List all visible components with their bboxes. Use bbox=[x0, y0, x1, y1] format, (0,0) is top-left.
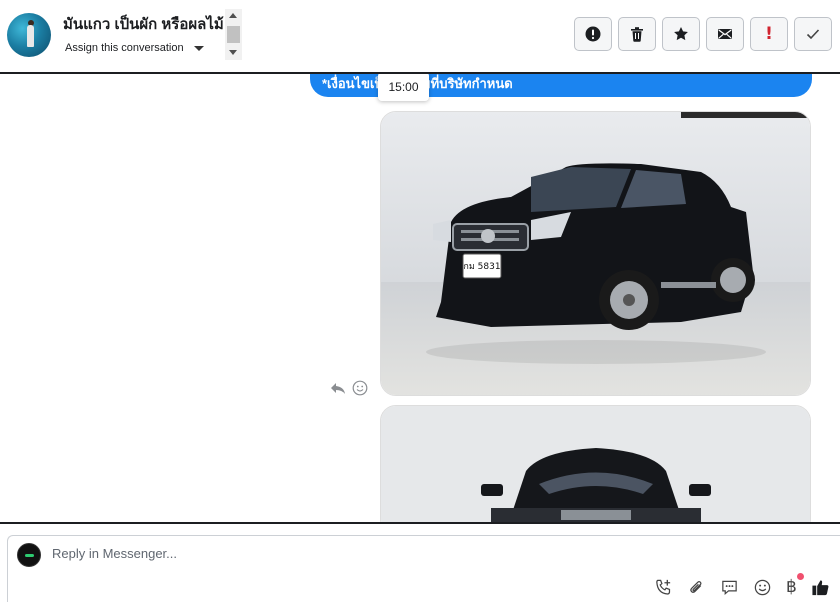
trash-icon bbox=[631, 27, 643, 42]
attachment-image-truck-front[interactable] bbox=[380, 405, 811, 522]
message-hover-actions bbox=[330, 380, 368, 396]
reply-icon[interactable] bbox=[330, 380, 346, 396]
message-time-tooltip: 15:00 bbox=[378, 74, 429, 101]
scroll-up-arrow-icon[interactable] bbox=[229, 13, 237, 18]
envelope-icon bbox=[718, 29, 732, 39]
contact-name: มันแกว เป็นผัก หรือผลไม้ bbox=[63, 16, 224, 33]
delete-button[interactable] bbox=[618, 17, 656, 51]
composer-divider bbox=[0, 522, 840, 524]
checkmark-icon bbox=[806, 29, 820, 40]
svg-text:กม 5831: กม 5831 bbox=[463, 262, 500, 272]
paperclip-icon[interactable] bbox=[687, 578, 706, 597]
mark-spam-button[interactable] bbox=[574, 17, 612, 51]
exclamation-icon: ! bbox=[765, 24, 773, 44]
truck-photo: กม 5831 bbox=[381, 112, 810, 395]
mark-unread-button[interactable] bbox=[706, 17, 744, 51]
message-thread[interactable]: *เงื่อนไขเป็นไปตามที่บริษัทกำหนด 15:00 ก… bbox=[0, 74, 840, 522]
reply-composer: ฿ bbox=[7, 535, 840, 602]
avatar-logo-mark bbox=[25, 554, 34, 557]
baht-icon[interactable]: ฿ bbox=[786, 578, 797, 597]
assign-label: Assign this conversation bbox=[65, 42, 184, 54]
assign-conversation-dropdown[interactable]: Assign this conversation bbox=[65, 42, 204, 54]
reply-input[interactable] bbox=[52, 546, 612, 561]
caret-down-icon bbox=[193, 45, 204, 51]
notification-dot bbox=[797, 573, 804, 580]
conversation-actions: ! bbox=[574, 17, 832, 51]
follow-up-button[interactable]: ! bbox=[750, 17, 788, 51]
contact-avatar[interactable] bbox=[7, 13, 51, 57]
attachment-image-truck[interactable]: กม 5831 bbox=[380, 111, 811, 396]
page-avatar bbox=[17, 543, 41, 567]
scroll-down-arrow-icon[interactable] bbox=[229, 50, 237, 55]
alert-circle-icon bbox=[585, 26, 601, 42]
add-call-icon[interactable] bbox=[654, 578, 673, 597]
composer-tools: ฿ bbox=[654, 578, 830, 597]
truck-front-photo bbox=[381, 406, 810, 522]
thumbs-up-icon[interactable] bbox=[811, 578, 830, 597]
star-icon bbox=[674, 27, 688, 41]
emoji-reaction-icon[interactable] bbox=[352, 380, 368, 396]
name-scrollbar[interactable] bbox=[225, 9, 242, 60]
conversation-header: มันแกว เป็นผัก หรือผลไม้ Assign this con… bbox=[0, 0, 840, 74]
mark-done-button[interactable] bbox=[794, 17, 832, 51]
scroll-thumb[interactable] bbox=[227, 26, 240, 43]
chat-bubble-icon[interactable] bbox=[720, 578, 739, 597]
emoji-icon[interactable] bbox=[753, 578, 772, 597]
star-button[interactable] bbox=[662, 17, 700, 51]
avatar-figure-body bbox=[27, 25, 34, 47]
